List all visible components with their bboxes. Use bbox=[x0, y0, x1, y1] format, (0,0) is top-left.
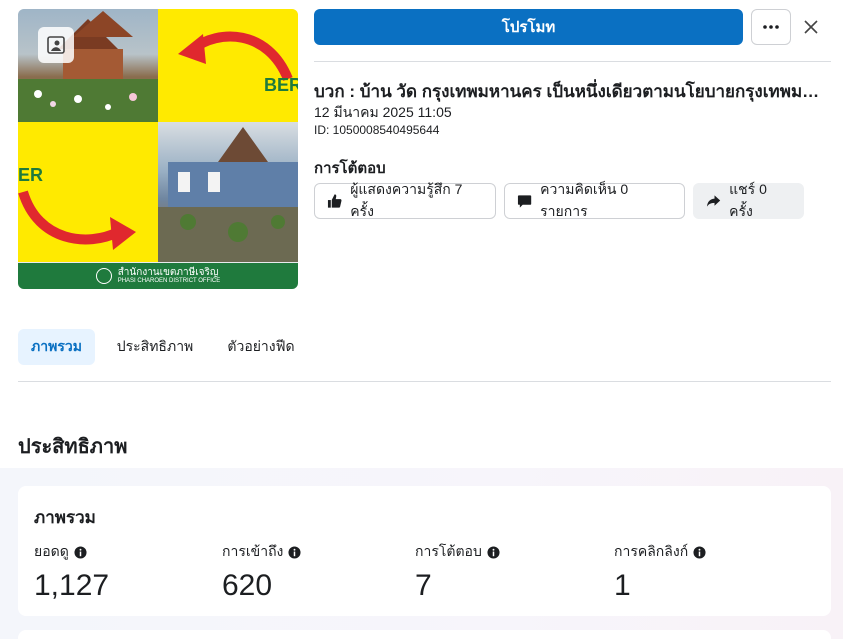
metric-label: การคลิกลิงก์ bbox=[614, 543, 689, 559]
shares-button[interactable]: แชร์ 0 ครั้ง bbox=[693, 181, 804, 219]
info-icon[interactable] bbox=[74, 545, 87, 559]
thumbnail-footer-text: สำนักงานเขตภาษีเจริญ bbox=[117, 266, 219, 278]
info-icon[interactable] bbox=[693, 545, 706, 559]
divider bbox=[314, 61, 831, 62]
comment-icon bbox=[517, 195, 532, 208]
metric-value: 1 bbox=[614, 569, 631, 602]
post-title: บวก : บ้าน วัด กรุงเทพมหานคร เป็นหนึ่งเด… bbox=[314, 82, 826, 101]
close-button[interactable] bbox=[797, 12, 825, 42]
thumbnail-footer-subtext: PHASI CHAROEN DISTRICT OFFICE bbox=[117, 278, 221, 285]
metric-link-clicks: การคลิกลิงก์ 1 bbox=[614, 541, 706, 603]
thumbs-up-icon bbox=[327, 194, 342, 208]
thumbnail-footer: สำนักงานเขตภาษีเจริญ PHASI CHAROEN DISTR… bbox=[18, 263, 298, 289]
temple-photo-top bbox=[18, 9, 158, 122]
next-card-edge bbox=[18, 630, 831, 639]
tabs-divider bbox=[18, 381, 831, 382]
thumbnail-text-b: ER bbox=[18, 165, 44, 185]
more-icon bbox=[763, 25, 779, 29]
post-id: ID: 1050008540495644 bbox=[314, 123, 440, 137]
comments-label: ความคิดเห็น 0 รายการ bbox=[540, 181, 629, 219]
tab-performance[interactable]: ประสิทธิภาพ bbox=[105, 329, 205, 365]
metric-label: การเข้าถึง bbox=[222, 543, 284, 559]
metric-engagement: การโต้ตอบ 7 bbox=[415, 541, 500, 603]
close-icon bbox=[804, 20, 818, 34]
reactions-label: ผู้แสดงความรู้สึก 7 ครั้ง bbox=[350, 181, 463, 219]
metric-value: 7 bbox=[415, 569, 432, 602]
info-icon[interactable] bbox=[288, 545, 301, 559]
yellow-panel-bottom bbox=[18, 122, 158, 262]
post-thumbnail[interactable]: BER ER สำนักงานเขตภาษีเจริญ PHASI CHAROE… bbox=[18, 9, 298, 289]
section-title: ประสิทธิภาพ bbox=[18, 436, 128, 458]
yellow-panel-top bbox=[158, 9, 298, 122]
overview-card: ภาพรวม ยอดดู 1,127 การเข้าถึง 620 การโต้… bbox=[18, 486, 831, 616]
image-icon bbox=[38, 27, 74, 63]
share-icon bbox=[706, 195, 721, 207]
info-icon[interactable] bbox=[487, 545, 500, 559]
tab-overview[interactable]: ภาพรวม bbox=[18, 329, 95, 365]
shares-label: แชร์ 0 ครั้ง bbox=[729, 181, 767, 219]
metric-value: 620 bbox=[222, 569, 273, 602]
promote-button[interactable]: โปรโมท bbox=[314, 9, 743, 45]
metric-views: ยอดดู 1,127 bbox=[34, 541, 109, 603]
comments-button[interactable]: ความคิดเห็น 0 รายการ bbox=[504, 181, 685, 219]
metric-label: การโต้ตอบ bbox=[415, 543, 482, 559]
metric-label: ยอดดู bbox=[34, 543, 69, 559]
more-options-button[interactable] bbox=[751, 9, 791, 45]
metric-reach: การเข้าถึง 620 bbox=[222, 541, 301, 603]
reactions-button[interactable]: ผู้แสดงความรู้สึก 7 ครั้ง bbox=[314, 181, 496, 219]
temple-photo-bottom bbox=[158, 122, 298, 262]
thumbnail-text-a: BER bbox=[264, 75, 298, 95]
post-date: 12 มีนาคม 2025 11:05 bbox=[314, 104, 452, 120]
engagement-label: การโต้ตอบ bbox=[314, 160, 386, 177]
tab-feed-preview[interactable]: ตัวอย่างฟีด bbox=[215, 329, 307, 365]
metric-value: 1,127 bbox=[34, 569, 110, 602]
card-title: ภาพรวม bbox=[34, 508, 96, 527]
district-seal-icon bbox=[95, 268, 112, 284]
